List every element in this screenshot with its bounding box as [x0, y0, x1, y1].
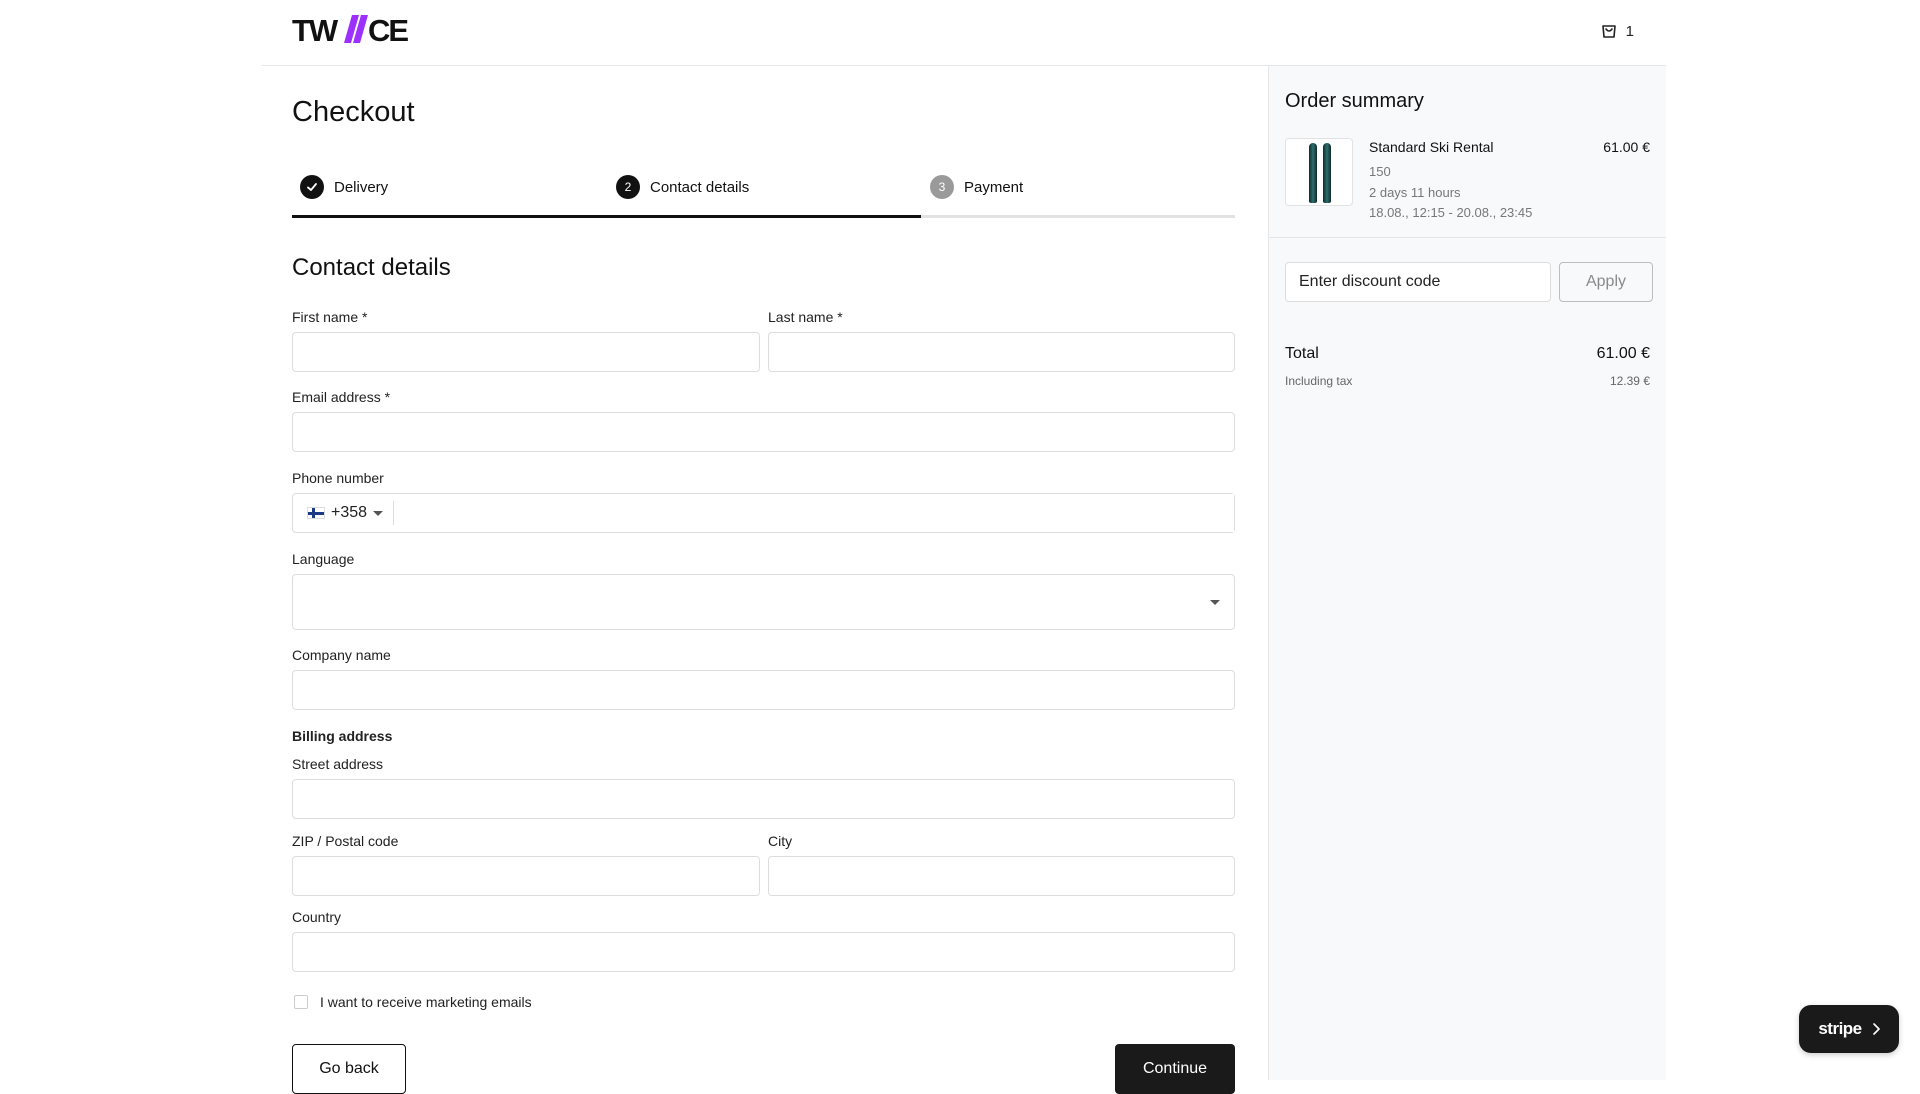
total-label: Total [1285, 345, 1319, 362]
marketing-label: I want to receive marketing emails [320, 994, 532, 1010]
street-input[interactable] [292, 779, 1235, 819]
email-input[interactable] [292, 412, 1235, 452]
svg-text:CE: CE [368, 14, 408, 44]
phone-label: Phone number [292, 470, 384, 486]
site-header: TW CE 1 [262, 0, 1666, 66]
twice-logo[interactable]: TW CE [292, 14, 416, 44]
city-input[interactable] [768, 856, 1235, 896]
country-input[interactable] [292, 932, 1235, 972]
continue-button[interactable]: Continue [1115, 1044, 1235, 1094]
total-value: 61.00 € [1596, 345, 1650, 362]
billing-heading: Billing address [292, 728, 393, 744]
product-image [1285, 138, 1353, 206]
item-dates: 18.08., 12:15 - 20.08., 23:45 [1369, 205, 1533, 220]
chevron-down-icon [1210, 600, 1220, 605]
svg-text:TW: TW [292, 14, 339, 44]
item-price: 61.00 € [1603, 139, 1650, 155]
section-title: Contact details [292, 254, 451, 281]
zip-label: ZIP / Postal code [292, 833, 399, 849]
tax-value: 12.39 € [1609, 374, 1650, 388]
cart-count: 1 [1625, 22, 1634, 40]
cart-button[interactable]: 1 [1600, 22, 1634, 40]
country-label: Country [292, 909, 342, 925]
order-summary: Order summary Standard Ski Rental 61.00 … [1268, 66, 1666, 1080]
step-label: Contact details [650, 178, 750, 196]
zip-input[interactable] [292, 856, 760, 896]
step-delivery[interactable]: Delivery [300, 162, 388, 212]
last-name-label: Last name * [768, 309, 843, 325]
phone-field: +358 [292, 493, 1235, 533]
page-title: Checkout [292, 96, 415, 128]
chevron-down-icon [373, 510, 384, 516]
marketing-checkbox[interactable] [294, 995, 308, 1009]
last-name-input[interactable] [768, 332, 1235, 372]
first-name-label: First name * [292, 309, 368, 325]
company-label: Company name [292, 647, 391, 663]
country-code-selector[interactable]: +358 [293, 501, 395, 525]
apply-discount-button[interactable]: Apply [1559, 262, 1653, 302]
checkout-stepper: Delivery 2 Contact details 3 Payment [292, 162, 1235, 218]
language-label: Language [292, 551, 355, 567]
go-back-button[interactable]: Go back [292, 1044, 406, 1094]
company-input[interactable] [292, 670, 1235, 710]
step-number: 2 [616, 175, 640, 199]
chevron-right-icon [1872, 1023, 1880, 1035]
step-label: Delivery [334, 178, 389, 196]
summary-divider [1269, 237, 1666, 238]
step-number: 3 [930, 175, 954, 199]
email-label: Email address * [292, 389, 391, 405]
language-select[interactable] [292, 574, 1235, 630]
item-size: 150 [1369, 164, 1391, 179]
stripe-logo: stripe [1818, 1019, 1862, 1038]
cart-icon [1601, 25, 1616, 38]
discount-code-input[interactable] [1285, 262, 1551, 302]
step-progress-fill [292, 215, 921, 218]
step-label: Payment [964, 178, 1024, 196]
country-code-value: +358 [331, 504, 368, 521]
check-icon [300, 175, 324, 199]
phone-input[interactable] [394, 494, 1234, 532]
street-label: Street address [292, 756, 384, 772]
item-duration: 2 days 11 hours [1369, 185, 1461, 200]
step-payment[interactable]: 3 Payment [930, 162, 1023, 212]
item-name: Standard Ski Rental [1369, 139, 1494, 155]
step-contact-details[interactable]: 2 Contact details [616, 162, 749, 212]
tax-label: Including tax [1285, 374, 1353, 388]
stripe-badge[interactable]: stripe [1799, 1005, 1899, 1053]
city-label: City [768, 833, 793, 849]
order-summary-title: Order summary [1285, 90, 1424, 112]
finland-flag-icon [307, 507, 325, 519]
marketing-opt-in[interactable]: I want to receive marketing emails [294, 994, 532, 1010]
first-name-input[interactable] [292, 332, 760, 372]
